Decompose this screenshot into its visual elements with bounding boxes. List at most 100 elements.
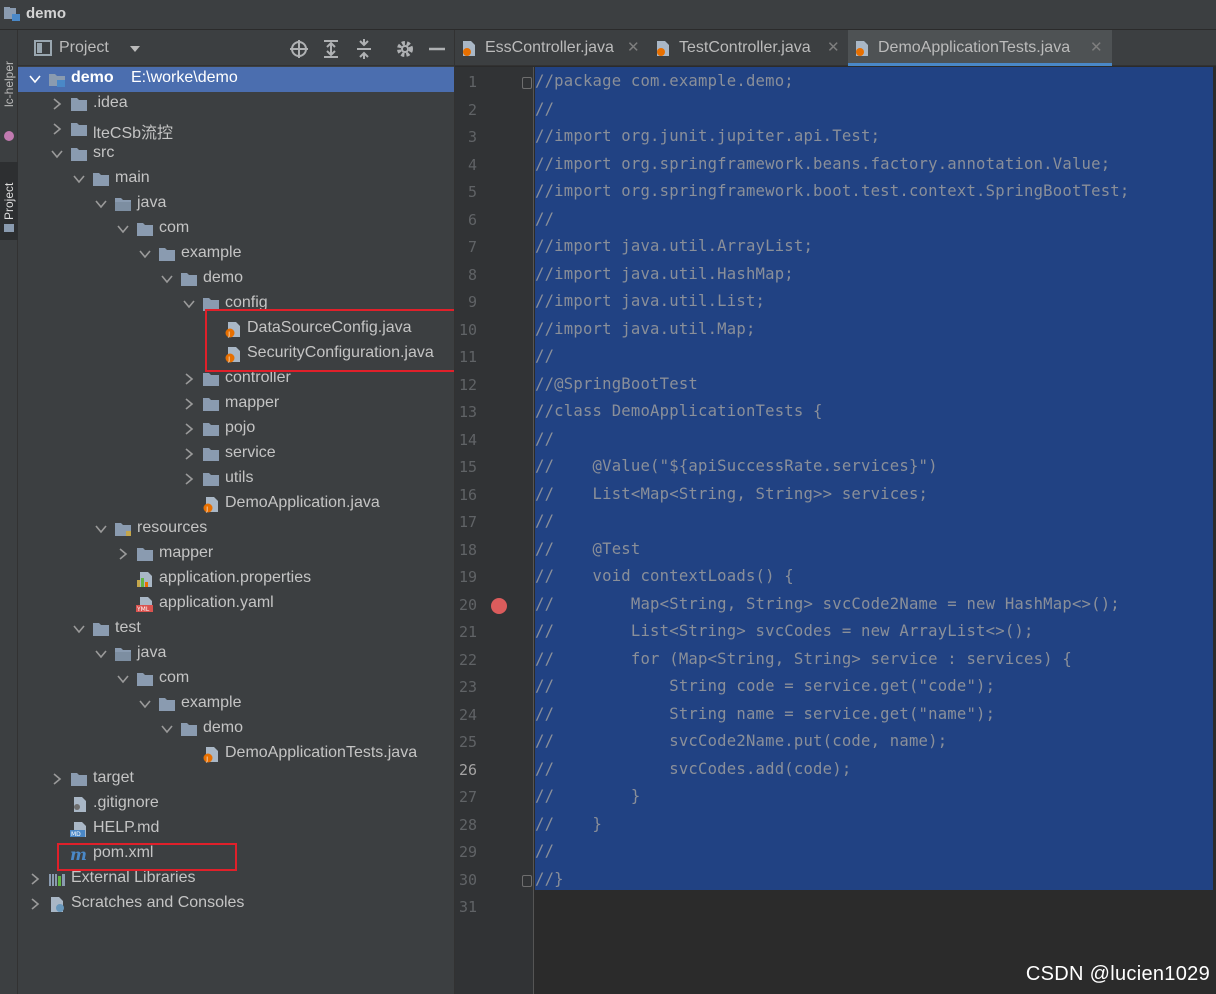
- chevron-right-icon[interactable]: [50, 97, 64, 111]
- tree-item[interactable]: MD HELP.md: [18, 817, 454, 842]
- line-number[interactable]: 18: [459, 541, 477, 559]
- tree-item[interactable]: demo E:\worke\demo: [18, 67, 454, 92]
- code-line[interactable]: //: [535, 512, 554, 530]
- code-line[interactable]: //: [535, 210, 554, 228]
- line-number[interactable]: 30: [459, 871, 477, 889]
- tree-item[interactable]: example: [18, 692, 454, 717]
- code-line[interactable]: // }: [535, 815, 602, 833]
- code-line[interactable]: //import java.util.HashMap;: [535, 265, 794, 283]
- code-line[interactable]: //}: [535, 870, 564, 888]
- tree-item[interactable]: service: [18, 442, 454, 467]
- chevron-right-icon[interactable]: [50, 122, 64, 136]
- line-number[interactable]: 13: [459, 403, 477, 421]
- line-number[interactable]: 24: [459, 706, 477, 724]
- line-number[interactable]: 27: [459, 788, 477, 806]
- chevron-down-icon[interactable]: [160, 272, 174, 286]
- chevron-down-icon[interactable]: [138, 697, 152, 711]
- code-line[interactable]: //import org.springframework.boot.test.c…: [535, 182, 1129, 200]
- chevron-right-icon[interactable]: [182, 422, 196, 436]
- chevron-down-icon[interactable]: [182, 297, 196, 311]
- line-number[interactable]: 17: [459, 513, 477, 531]
- chevron-down-icon[interactable]: [72, 622, 86, 636]
- line-number[interactable]: 4: [468, 156, 477, 174]
- chevron-right-icon[interactable]: [182, 372, 196, 386]
- code-line[interactable]: //: [535, 430, 554, 448]
- chevron-down-icon[interactable]: [28, 72, 42, 86]
- tree-item[interactable]: application.properties: [18, 567, 454, 592]
- tab-test-controller[interactable]: TestController.java ✕: [649, 30, 848, 66]
- tree-item[interactable]: main: [18, 167, 454, 192]
- tree-item[interactable]: lteCSb流控: [18, 117, 454, 142]
- line-number[interactable]: 9: [468, 293, 477, 311]
- chevron-right-icon[interactable]: [28, 897, 42, 911]
- chevron-right-icon[interactable]: [182, 397, 196, 411]
- chevron-down-icon[interactable]: [160, 722, 174, 736]
- line-number[interactable]: 21: [459, 623, 477, 641]
- code-line[interactable]: // svcCodes.add(code);: [535, 760, 851, 778]
- line-number[interactable]: 8: [468, 266, 477, 284]
- tree-item[interactable]: com: [18, 667, 454, 692]
- expand-all-icon[interactable]: [321, 39, 341, 59]
- tree-item[interactable]: resources: [18, 517, 454, 542]
- tree-item[interactable]: java: [18, 642, 454, 667]
- collapse-all-icon[interactable]: [354, 39, 374, 59]
- line-number[interactable]: 19: [459, 568, 477, 586]
- code-line[interactable]: //class DemoApplicationTests {: [535, 402, 823, 420]
- tree-item[interactable]: src: [18, 142, 454, 167]
- locate-file-icon[interactable]: [289, 39, 309, 59]
- line-number[interactable]: 16: [459, 486, 477, 504]
- code-line[interactable]: // for (Map<String, String> service : se…: [535, 650, 1072, 668]
- line-number[interactable]: 2: [468, 101, 477, 119]
- chevron-down-icon[interactable]: [94, 197, 108, 211]
- chevron-right-icon[interactable]: [50, 772, 64, 786]
- line-number[interactable]: 11: [459, 348, 477, 366]
- chevron-down-icon[interactable]: [116, 222, 130, 236]
- chevron-down-icon[interactable]: [72, 172, 86, 186]
- editor-gutter[interactable]: 1 2 3 4 5 6 7 8 9 10 11 12 13 14 15 16 17 18 19 20 21 22 23 24 2…: [455, 67, 534, 994]
- chevron-right-icon[interactable]: [28, 872, 42, 886]
- close-icon[interactable]: ✕: [627, 38, 640, 56]
- fold-marker-icon[interactable]: [522, 77, 532, 89]
- line-number[interactable]: 31: [459, 898, 477, 916]
- line-number[interactable]: 15: [459, 458, 477, 476]
- tree-item[interactable]: Scratches and Consoles: [18, 892, 454, 917]
- chevron-down-icon[interactable]: [50, 147, 64, 161]
- code-line[interactable]: //: [535, 842, 554, 860]
- code-line[interactable]: //import java.util.ArrayList;: [535, 237, 813, 255]
- tree-item[interactable]: com: [18, 217, 454, 242]
- breakpoint-icon[interactable]: [491, 597, 507, 614]
- fold-marker-icon[interactable]: [522, 874, 532, 887]
- chevron-down-icon[interactable]: [138, 247, 152, 261]
- code-line[interactable]: // @Value("${apiSuccessRate.services}"): [535, 457, 938, 475]
- tree-item[interactable]: .idea: [18, 92, 454, 117]
- tree-item[interactable]: demo: [18, 717, 454, 742]
- chevron-right-icon[interactable]: [182, 447, 196, 461]
- line-number[interactable]: 5: [468, 183, 477, 201]
- code-line[interactable]: //import org.springframework.beans.facto…: [535, 155, 1110, 173]
- line-number[interactable]: 7: [468, 238, 477, 256]
- code-line[interactable]: // String code = service.get("code");: [535, 677, 995, 695]
- tree-item[interactable]: demo: [18, 267, 454, 292]
- hide-panel-icon[interactable]: [427, 39, 447, 59]
- line-number[interactable]: 14: [459, 431, 477, 449]
- code-line[interactable]: // }: [535, 787, 640, 805]
- code-line[interactable]: //import java.util.List;: [535, 292, 765, 310]
- tree-item[interactable]: target: [18, 767, 454, 792]
- code-line[interactable]: // void contextLoads() {: [535, 567, 794, 585]
- tree-item[interactable]: mapper: [18, 542, 454, 567]
- line-number[interactable]: 26: [459, 761, 477, 779]
- line-number[interactable]: 23: [459, 678, 477, 696]
- tree-item[interactable]: YML application.yaml: [18, 592, 454, 617]
- code-line[interactable]: //@SpringBootTest: [535, 375, 698, 393]
- code-line[interactable]: //import org.junit.jupiter.api.Test;: [535, 127, 880, 145]
- line-number[interactable]: 29: [459, 843, 477, 861]
- close-icon[interactable]: ✕: [1090, 38, 1103, 56]
- line-number[interactable]: 28: [459, 816, 477, 834]
- code-line[interactable]: // List<Map<String, String>> services;: [535, 485, 928, 503]
- chevron-right-icon[interactable]: [116, 547, 130, 561]
- code-line[interactable]: //: [535, 100, 554, 118]
- chevron-right-icon[interactable]: [182, 472, 196, 486]
- tab-ess-controller[interactable]: EssController.java ✕: [455, 30, 649, 66]
- line-number[interactable]: 25: [459, 733, 477, 751]
- tree-item[interactable]: utils: [18, 467, 454, 492]
